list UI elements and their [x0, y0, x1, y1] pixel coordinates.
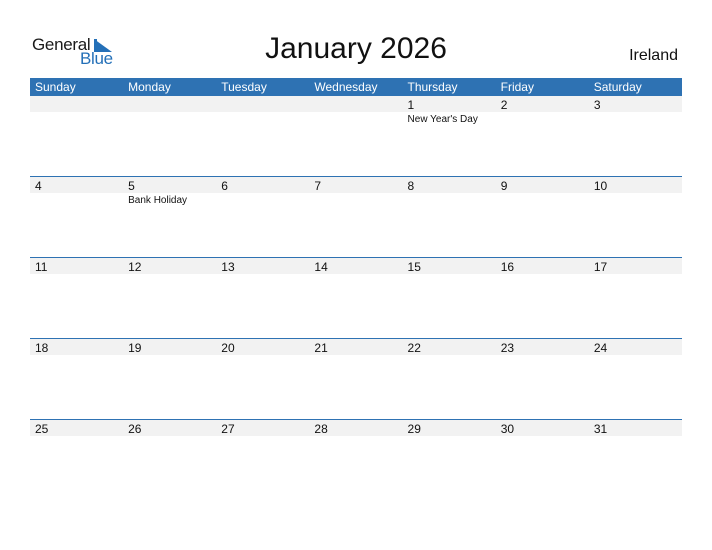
weekday-wednesday: Wednesday — [314, 80, 378, 94]
day-number: 22 — [407, 341, 421, 355]
calendar-title: January 2026 — [265, 32, 447, 65]
day-number: 23 — [500, 341, 515, 355]
week-row: 18 19 20 21 22 23 24 — [30, 338, 682, 420]
day-number: 11 — [35, 260, 48, 274]
day-cell: 1 New Year's Day — [403, 96, 496, 177]
day-number: 10 — [593, 179, 608, 193]
day-cell: 17 — [589, 258, 682, 339]
day-cell: 30 — [496, 420, 589, 501]
day-cell: 4 — [30, 177, 123, 258]
day-cell: 15 — [403, 258, 496, 339]
day-cell — [309, 96, 402, 177]
day-number: 17 — [593, 260, 608, 274]
day-cell: 14 — [309, 258, 402, 339]
day-cell: 6 — [216, 177, 309, 258]
day-number: 29 — [407, 422, 421, 436]
day-number: 27 — [221, 422, 235, 436]
day-cell: 12 — [123, 258, 216, 339]
day-cell: 2 — [496, 96, 589, 177]
day-number: 28 — [314, 422, 328, 436]
day-number: 5 — [128, 179, 135, 193]
week-row: 25 26 27 28 29 30 31 — [30, 419, 682, 501]
day-cell: 28 — [309, 420, 402, 501]
day-cell: 3 — [589, 96, 682, 177]
day-number: 6 — [221, 179, 228, 193]
day-number: 31 — [593, 422, 608, 436]
day-number: 30 — [500, 422, 515, 436]
week-row: 1 New Year's Day 2 3 — [30, 96, 682, 177]
day-number: 18 — [35, 341, 49, 355]
day-cell: 7 — [309, 177, 402, 258]
day-number: 7 — [314, 179, 322, 193]
day-number: 12 — [128, 260, 142, 274]
day-number: 20 — [221, 341, 235, 355]
day-cell: 29 — [403, 420, 496, 501]
holiday-label: Bank Holiday — [128, 195, 188, 206]
day-cell: 10 — [589, 177, 682, 258]
day-number: 9 — [500, 179, 508, 193]
day-cell: 5 Bank Holiday — [123, 177, 216, 258]
day-cell: 23 — [496, 339, 589, 420]
day-number: 26 — [128, 422, 142, 436]
weekday-tuesday: Tuesday — [221, 80, 267, 94]
day-number: 3 — [593, 98, 601, 112]
day-number: 16 — [500, 260, 515, 274]
weekday-monday: Monday — [128, 80, 171, 94]
weekday-thursday: Thursday — [407, 80, 458, 94]
day-number: 21 — [314, 341, 328, 355]
day-cell: 19 — [123, 339, 216, 420]
day-number: 24 — [593, 341, 608, 355]
week-row: 4 5 Bank Holiday 6 7 8 9 10 — [30, 176, 682, 258]
day-cell: 20 — [216, 339, 309, 420]
country-label: Ireland — [629, 47, 678, 64]
day-cell: 16 — [496, 258, 589, 339]
weekday-friday: Friday — [500, 80, 534, 94]
day-cell: 26 — [123, 420, 216, 501]
day-cell — [123, 96, 216, 177]
day-cell: 22 — [403, 339, 496, 420]
day-number: 8 — [407, 179, 415, 193]
day-cell: 13 — [216, 258, 309, 339]
day-cell — [216, 96, 309, 177]
day-number: 1 — [407, 98, 415, 112]
day-cell: 11 — [30, 258, 123, 339]
day-cell: 21 — [309, 339, 402, 420]
day-cell: 9 — [496, 177, 589, 258]
day-number: 2 — [500, 98, 508, 112]
day-number: 13 — [221, 260, 235, 274]
day-cell — [30, 96, 123, 177]
day-number: 15 — [407, 260, 421, 274]
day-number: 4 — [35, 179, 42, 193]
weekday-saturday: Saturday — [593, 80, 642, 94]
day-cell: 27 — [216, 420, 309, 501]
weekday-header: Sunday Monday Tuesday Wednesday Thursday… — [30, 78, 682, 96]
day-number: 25 — [35, 422, 49, 436]
weekday-sunday: Sunday — [35, 80, 76, 94]
day-cell: 25 — [30, 420, 123, 501]
day-number: 14 — [314, 260, 328, 274]
day-cell: 18 — [30, 339, 123, 420]
day-cell: 24 — [589, 339, 682, 420]
holiday-label: New Year's Day — [407, 114, 478, 125]
week-row: 11 12 13 14 15 16 17 — [30, 257, 682, 339]
day-number: 19 — [128, 341, 142, 355]
day-cell: 8 — [403, 177, 496, 258]
day-cell: 31 — [589, 420, 682, 501]
